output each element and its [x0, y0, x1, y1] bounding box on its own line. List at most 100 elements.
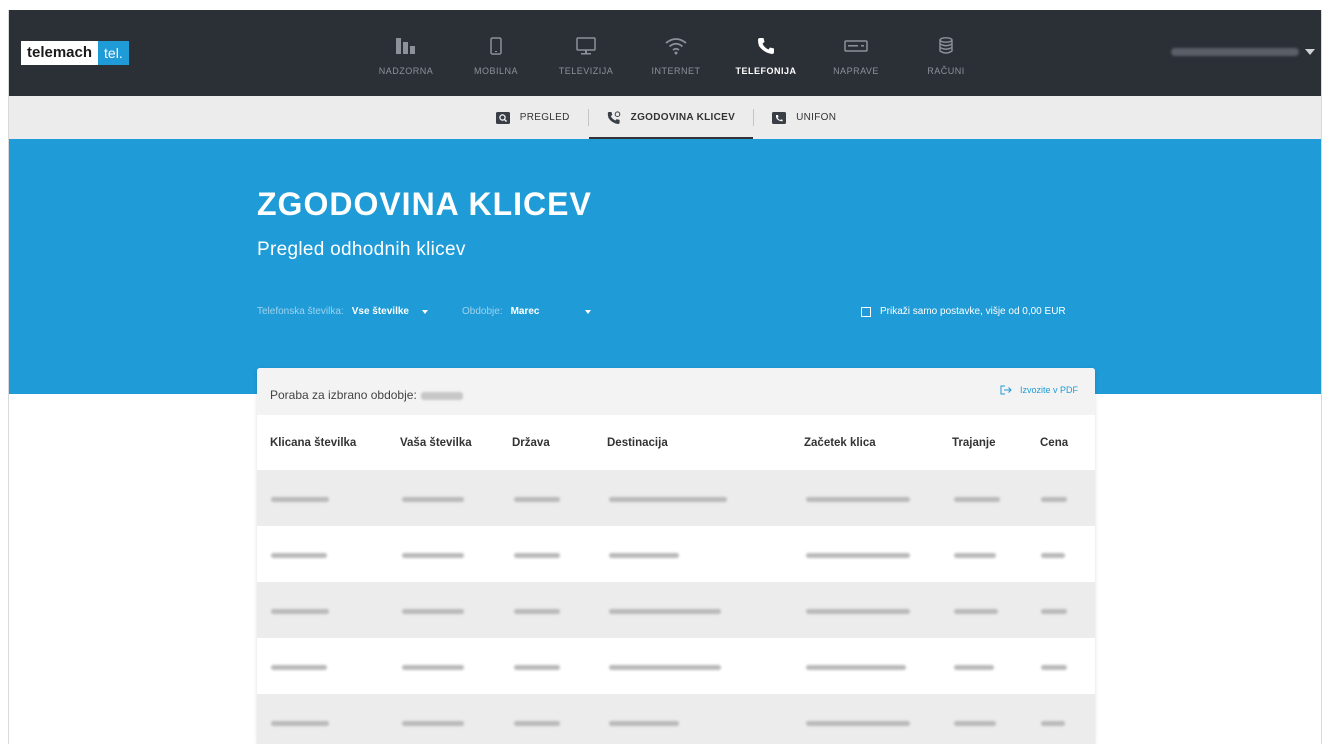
- tab-pregled[interactable]: PREGLED: [478, 96, 588, 139]
- usage-label-text: Poraba za izbrano obdobje:: [270, 388, 417, 402]
- coins-icon: [934, 36, 958, 56]
- redacted-cell: [806, 497, 910, 502]
- redacted-cell: [402, 721, 464, 726]
- device-box-icon: [844, 36, 868, 56]
- redacted-cell: [609, 721, 679, 726]
- redacted-cell: [271, 497, 329, 502]
- telemach-logo[interactable]: telemach tel.: [21, 41, 129, 65]
- table-header: Klicana številka Vaša številka Država De…: [257, 415, 1095, 470]
- column-header[interactable]: Klicana številka: [270, 437, 356, 449]
- redacted-cell: [1041, 721, 1065, 726]
- redacted-cell: [402, 609, 464, 614]
- redacted-cell: [402, 497, 464, 502]
- tab-unifon[interactable]: UNIFON: [754, 96, 854, 139]
- redacted-cell: [271, 721, 329, 726]
- export-icon: [1000, 385, 1012, 395]
- nav-item-racuni[interactable]: RAČUNI: [901, 10, 991, 96]
- monitor-icon: [574, 36, 598, 56]
- redacted-cell: [954, 497, 1000, 502]
- table-row[interactable]: [257, 526, 1095, 582]
- only-above-label: Prikaži samo postavke, višje od 0,00 EUR: [880, 306, 1066, 317]
- column-header[interactable]: Država: [512, 437, 550, 449]
- period-filter-label: Obdobje:: [461, 306, 503, 317]
- column-header[interactable]: Cena: [1040, 437, 1068, 449]
- top-navigation-bar: telemach tel. NADZORNA MOBILNA TELEVIZIJ…: [9, 10, 1321, 96]
- column-header[interactable]: Destinacija: [607, 437, 668, 449]
- sub-navigation: PREGLED ZGODOVINA KLICEV UNIFON: [9, 96, 1321, 139]
- logo-wordmark: telemach: [21, 41, 99, 65]
- nav-item-internet[interactable]: INTERNET: [631, 10, 721, 96]
- redacted-cell: [514, 553, 560, 558]
- redacted-cell: [514, 497, 560, 502]
- redacted-cell: [271, 665, 327, 670]
- call-history-card: Poraba za izbrano obdobje: Izvozite v PD…: [257, 368, 1095, 744]
- app-window: telemach tel. NADZORNA MOBILNA TELEVIZIJ…: [8, 10, 1322, 744]
- nav-label: TELEFONIJA: [735, 66, 797, 76]
- filter-bar: Telefonska številka: Vse številke Obdobj…: [257, 306, 592, 317]
- column-header[interactable]: Trajanje: [952, 437, 995, 449]
- redacted-cell: [954, 665, 994, 670]
- nav-item-telefonija[interactable]: TELEFONIJA: [721, 10, 811, 96]
- redacted-cell: [609, 665, 721, 670]
- account-menu[interactable]: [1171, 48, 1315, 56]
- nav-label: NADZORNA: [378, 66, 434, 76]
- nav-item-naprave[interactable]: NAPRAVE: [811, 10, 901, 96]
- redacted-cell: [514, 721, 560, 726]
- chevron-down-icon: [1305, 49, 1315, 55]
- redacted-cell: [806, 665, 906, 670]
- bar-chart-icon: [394, 36, 418, 56]
- redacted-cell: [954, 721, 996, 726]
- redacted-cell: [1041, 497, 1067, 502]
- redacted-cell: [609, 497, 727, 502]
- only-above-filter[interactable]: Prikaži samo postavke, višje od 0,00 EUR: [861, 306, 1066, 317]
- table-row[interactable]: [257, 638, 1095, 694]
- search-icon: [495, 111, 510, 124]
- redacted-cell: [271, 553, 327, 558]
- nav-item-mobilna[interactable]: MOBILNA: [451, 10, 541, 96]
- column-header[interactable]: Začetek klica: [804, 437, 876, 449]
- column-header[interactable]: Vaša številka: [400, 437, 472, 449]
- only-above-checkbox[interactable]: [861, 306, 871, 317]
- mobile-phone-icon: [484, 36, 508, 56]
- usage-value-redacted: [420, 391, 463, 400]
- redacted-cell: [514, 609, 560, 614]
- nav-label: MOBILNA: [473, 66, 518, 76]
- redacted-cell: [609, 553, 679, 558]
- nav-label: RAČUNI: [927, 66, 965, 76]
- period-filter-dropdown[interactable]: Marec: [511, 306, 540, 317]
- redacted-cell: [609, 609, 721, 614]
- page-subtitle: Pregled odhodnih klicev: [257, 239, 466, 260]
- tab-label: UNIFON: [796, 112, 837, 123]
- redacted-cell: [402, 553, 464, 558]
- redacted-cell: [1041, 553, 1065, 558]
- redacted-cell: [1041, 665, 1067, 670]
- account-email-redacted: [1171, 48, 1299, 56]
- main-nav: NADZORNA MOBILNA TELEVIZIJA INTERNET TEL…: [361, 10, 991, 96]
- page-hero: ZGODOVINA KLICEV Pregled odhodnih klicev…: [9, 139, 1321, 394]
- phone-filter-label: Telefonska številka:: [257, 306, 344, 317]
- chevron-down-icon[interactable]: [421, 309, 428, 314]
- tab-zgodovina-klicev[interactable]: ZGODOVINA KLICEV: [588, 96, 754, 139]
- nav-label: INTERNET: [651, 66, 701, 76]
- logo-badge: tel.: [98, 41, 129, 65]
- table-row[interactable]: [257, 582, 1095, 638]
- call-history-icon: [607, 110, 621, 124]
- nav-item-nadzorna[interactable]: NADZORNA: [361, 10, 451, 96]
- export-pdf-label: Izvozite v PDF: [1019, 385, 1078, 395]
- table-row[interactable]: [257, 694, 1095, 744]
- redacted-cell: [271, 609, 329, 614]
- redacted-cell: [514, 665, 560, 670]
- chevron-down-icon[interactable]: [585, 309, 592, 314]
- table-row[interactable]: [257, 470, 1095, 526]
- redacted-cell: [1041, 609, 1067, 614]
- phone-filter-dropdown[interactable]: Vse številke: [352, 306, 409, 317]
- usage-label: Poraba za izbrano obdobje:: [270, 388, 463, 402]
- unifon-icon: [772, 111, 787, 124]
- export-pdf-link[interactable]: Izvozite v PDF: [1000, 385, 1078, 395]
- tab-label: PREGLED: [519, 112, 570, 123]
- nav-item-televizija[interactable]: TELEVIZIJA: [541, 10, 631, 96]
- nav-label: TELEVIZIJA: [558, 66, 614, 76]
- redacted-cell: [806, 609, 910, 614]
- redacted-cell: [954, 553, 996, 558]
- usage-summary: Poraba za izbrano obdobje: Izvozite v PD…: [257, 368, 1095, 415]
